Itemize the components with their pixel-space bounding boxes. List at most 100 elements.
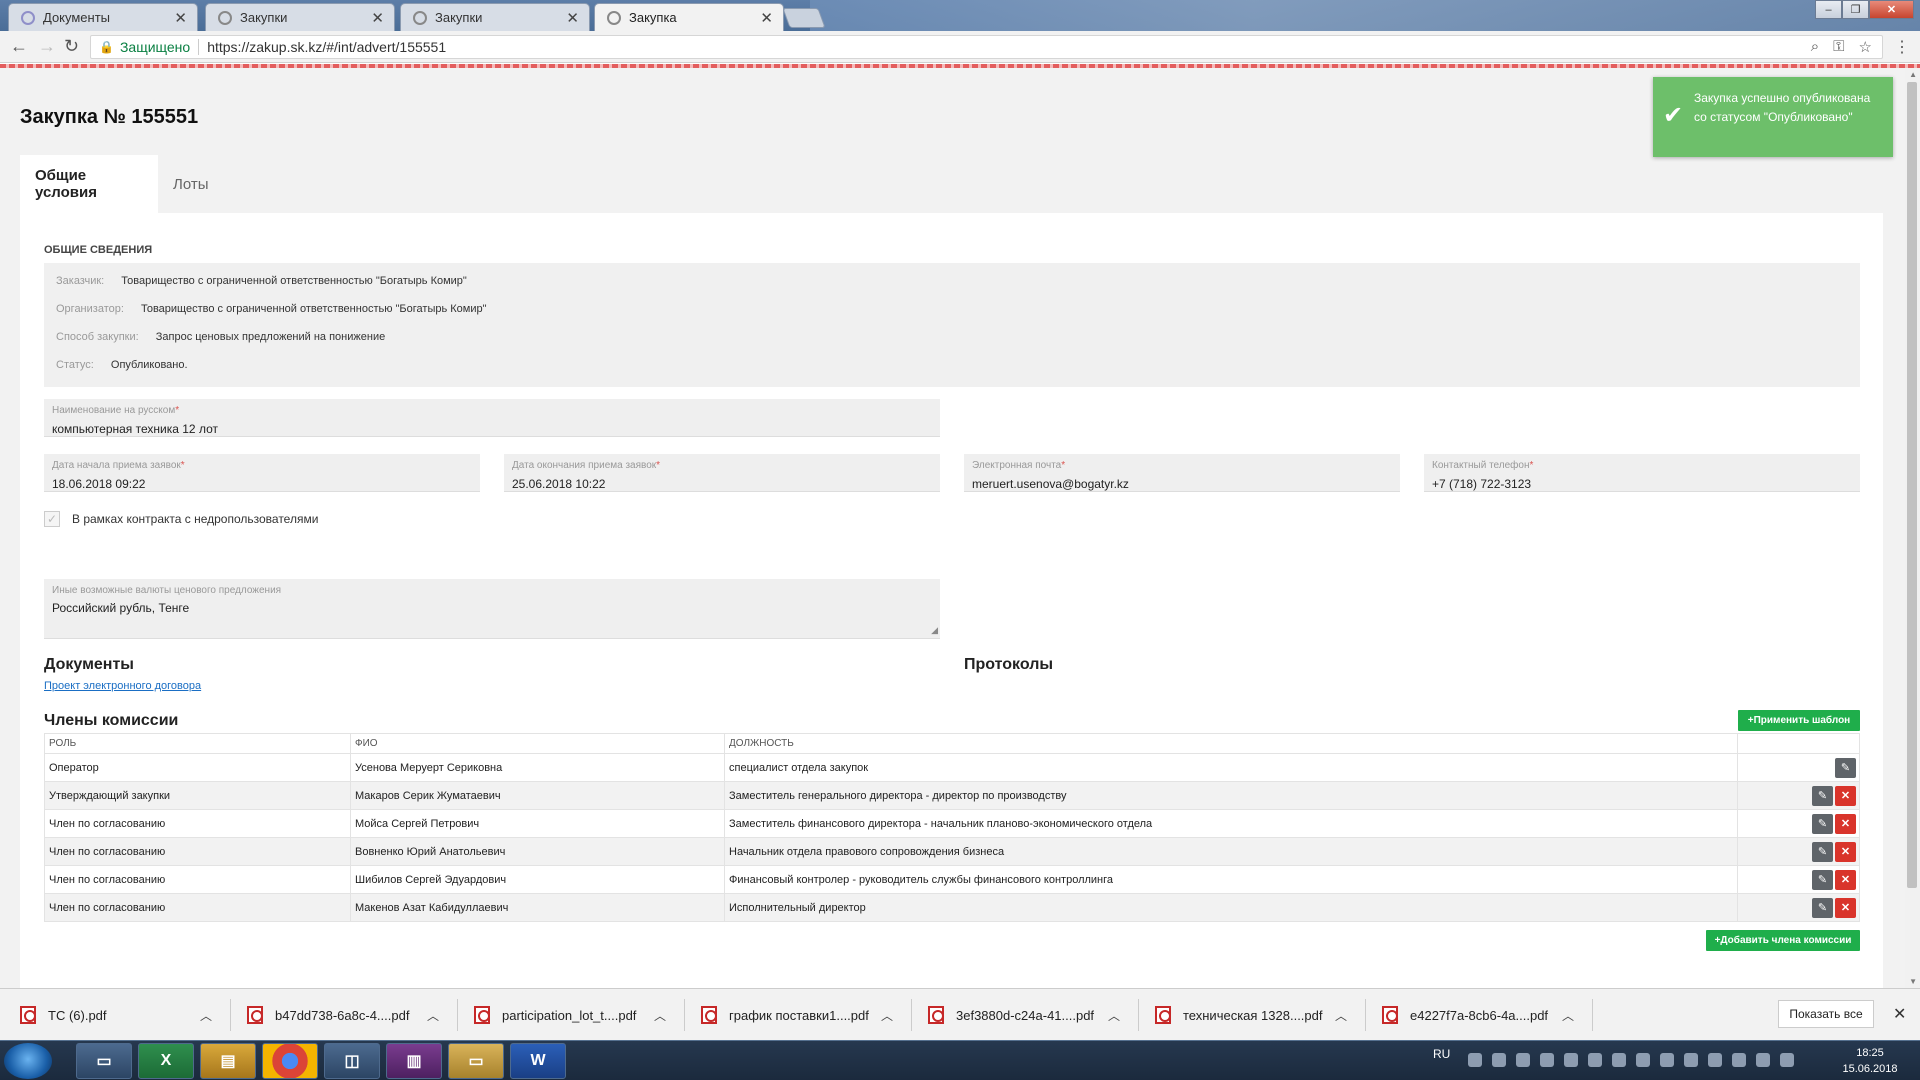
download-filename: 3ef3880d-c24a-41....pdf [956, 1007, 1095, 1023]
download-item[interactable]: техническая 1328....pdf ︿ [1155, 989, 1361, 1041]
key-icon[interactable]: ⚿ [1833, 38, 1844, 56]
cell-actions: ✎ ✕ [1737, 809, 1860, 838]
chevron-up-icon[interactable]: ︿ [654, 1007, 666, 1024]
end-date-field[interactable]: Дата окончания приема заявок* 25.06.2018… [504, 454, 940, 492]
delete-x-icon[interactable]: ✕ [1835, 897, 1856, 918]
taskbar-clock[interactable]: 18:25 15.06.2018 [1840, 1045, 1900, 1077]
browser-tab-purchase-active[interactable]: Закупка ✕ [594, 3, 784, 31]
name-field[interactable]: Наименование на русском* компьютерная те… [44, 399, 940, 437]
download-item[interactable]: e4227f7a-8cb6-4a....pdf ︿ [1382, 989, 1588, 1041]
chevron-up-icon[interactable]: ︿ [1562, 1007, 1574, 1024]
url-input[interactable]: 🔒 Защищено https://zakup.sk.kz/#/int/adv… [90, 35, 1883, 59]
tray-app-icon[interactable] [1684, 1053, 1698, 1067]
reload-icon[interactable]: ↻ [64, 36, 79, 57]
download-item[interactable]: participation_lot_t....pdf ︿ [474, 989, 680, 1041]
start-button-icon[interactable] [4, 1043, 52, 1079]
chevron-up-icon[interactable]: ︿ [200, 1007, 212, 1024]
globe-icon [218, 10, 232, 25]
zoom-icon[interactable]: ⌕ [1811, 38, 1819, 56]
tray-app-icon[interactable] [1636, 1053, 1650, 1067]
volume-icon[interactable] [1588, 1053, 1602, 1067]
tray-app-icon[interactable] [1732, 1053, 1746, 1067]
chevron-up-icon[interactable]: ︿ [427, 1007, 439, 1024]
edit-pencil-icon[interactable]: ✎ [1835, 757, 1856, 778]
chevron-up-icon[interactable]: ︿ [1108, 1007, 1120, 1024]
speaker-icon[interactable] [1780, 1053, 1794, 1067]
network-icon[interactable] [1756, 1053, 1770, 1067]
winrar-app-icon[interactable]: ▥ [386, 1043, 442, 1079]
tray-app-icon[interactable] [1492, 1053, 1506, 1067]
excel-app-icon[interactable]: X [138, 1043, 194, 1079]
file-explorer-app-icon[interactable]: ▤ [200, 1043, 256, 1079]
download-item[interactable]: график поставки1....pdf ︿ [701, 989, 907, 1041]
close-icon[interactable]: ✕ [174, 9, 187, 27]
chrome-app-icon[interactable] [262, 1043, 318, 1079]
word-app-icon[interactable]: W [510, 1043, 566, 1079]
maximize-icon[interactable]: ❐ [1842, 0, 1869, 19]
language-indicator[interactable]: RU [1433, 1047, 1450, 1061]
forward-arrow-icon[interactable]: → [38, 36, 56, 57]
star-icon[interactable]: ☆ [1859, 38, 1872, 56]
tray-app-icon[interactable] [1516, 1053, 1530, 1067]
edit-pencil-icon[interactable]: ✎ [1812, 841, 1833, 862]
minimize-icon[interactable]: – [1815, 0, 1842, 19]
close-icon[interactable]: ✕ [760, 9, 773, 27]
download-item[interactable]: b47dd738-6a8c-4....pdf ︿ [247, 989, 453, 1041]
new-tab-button[interactable] [782, 8, 826, 28]
delete-x-icon[interactable]: ✕ [1835, 841, 1856, 862]
pdf-file-icon [1382, 1006, 1398, 1024]
messenger-app-icon[interactable]: ▭ [76, 1043, 132, 1079]
edit-pencil-icon[interactable]: ✎ [1812, 897, 1833, 918]
window-close-icon[interactable]: ✕ [1869, 0, 1914, 19]
checkmark-icon: ✔ [1663, 102, 1684, 129]
contract-draft-link[interactable]: Проект электронного договора [44, 680, 201, 692]
add-commission-member-button[interactable]: + Добавить члена комиссии [1706, 930, 1860, 951]
tray-app-icon[interactable] [1564, 1053, 1578, 1067]
close-downloads-icon[interactable]: ✕ [1893, 1004, 1906, 1024]
delete-x-icon[interactable]: ✕ [1835, 869, 1856, 890]
field-label: Электронная почта* [972, 460, 1066, 471]
delete-x-icon[interactable]: ✕ [1835, 813, 1856, 834]
chevron-up-icon[interactable]: ︿ [1335, 1007, 1347, 1024]
edit-pencil-icon[interactable]: ✎ [1812, 813, 1833, 834]
end-date-value: 25.06.2018 10:22 [512, 477, 606, 491]
email-field[interactable]: Электронная почта* meruert.usenova@bogat… [964, 454, 1400, 492]
scrollbar-thumb[interactable] [1907, 82, 1917, 888]
browser-menu-icon[interactable]: ⋮ [1894, 37, 1910, 57]
back-arrow-icon[interactable]: ← [10, 36, 28, 57]
download-item[interactable]: 3ef3880d-c24a-41....pdf ︿ [928, 989, 1134, 1041]
network-app-icon[interactable]: ◫ [324, 1043, 380, 1079]
phone-field[interactable]: Контактный телефон* +7 (718) 722-3123 [1424, 454, 1860, 492]
scroll-up-icon[interactable]: ▲ [1909, 70, 1917, 79]
resize-handle-icon[interactable]: ◢ [931, 625, 938, 636]
tray-app-icon[interactable] [1660, 1053, 1674, 1067]
scroll-down-icon[interactable]: ▼ [1909, 977, 1917, 986]
edit-pencil-icon[interactable]: ✎ [1812, 785, 1833, 806]
chevron-up-icon[interactable]: ︿ [881, 1007, 893, 1024]
download-item[interactable]: TC (6).pdf ︿ [20, 989, 226, 1041]
tray-app-icon[interactable] [1612, 1053, 1626, 1067]
tab-lots[interactable]: Лоты [158, 155, 234, 213]
folder-app-icon[interactable]: ▭ [448, 1043, 504, 1079]
browser-tab-documents[interactable]: Документы ✕ [8, 3, 198, 31]
apply-template-button[interactable]: + Применить шаблон [1738, 710, 1860, 731]
tray-app-icon[interactable] [1540, 1053, 1554, 1067]
info-key: Статус: [56, 359, 94, 371]
start-date-field[interactable]: Дата начала приема заявок* 18.06.2018 09… [44, 454, 480, 492]
close-icon[interactable]: ✕ [371, 9, 384, 27]
show-all-downloads-button[interactable]: Показать все [1778, 1000, 1874, 1028]
success-toast[interactable]: ✔ Закупка успешно опубликована со статус… [1653, 77, 1893, 157]
currencies-textarea[interactable]: Иные возможные валюты ценового предложен… [44, 579, 940, 639]
browser-tab-purchases-2[interactable]: Закупки ✕ [400, 3, 590, 31]
tray-app-icon[interactable] [1708, 1053, 1722, 1067]
close-icon[interactable]: ✕ [566, 9, 579, 27]
subsoil-contract-checkbox[interactable]: ✓ В рамках контракта с недропользователя… [44, 511, 318, 527]
tray-app-icon[interactable] [1468, 1053, 1482, 1067]
browser-tab-purchases-1[interactable]: Закупки ✕ [205, 3, 395, 31]
tab-general-conditions[interactable]: Общие условия [20, 155, 158, 213]
checkbox-label: В рамках контракта с недропользователями [72, 512, 319, 526]
edit-pencil-icon[interactable]: ✎ [1812, 869, 1833, 890]
table-row: Член по согласованию Мойса Сергей Петров… [44, 809, 1860, 838]
delete-x-icon[interactable]: ✕ [1835, 785, 1856, 806]
checkbox-icon[interactable]: ✓ [44, 511, 60, 527]
